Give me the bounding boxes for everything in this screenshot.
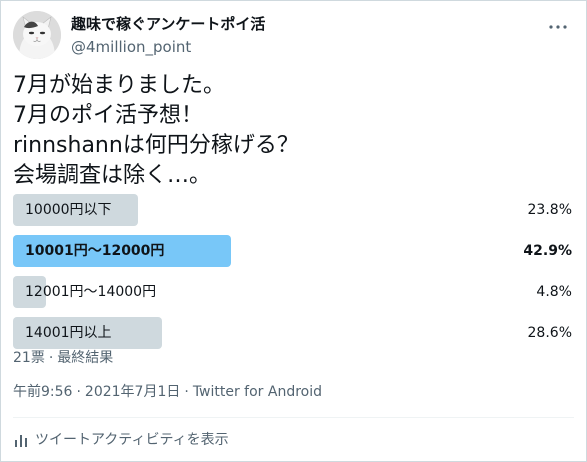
tweet-header: 趣味で稼ぐアンケートポイ活 @4million_point xyxy=(13,7,574,59)
poll-option-label: 14001円以上 xyxy=(25,325,112,341)
tweet-line: 7月が始まりました。 xyxy=(13,73,225,98)
user-handle[interactable]: @4million_point xyxy=(71,38,531,56)
poll-option-label: 12001円〜14000円 xyxy=(25,284,157,300)
tweet-card: 趣味で稼ぐアンケートポイ活 @4million_point 7月が始まりました。… xyxy=(0,0,587,462)
divider xyxy=(13,417,574,418)
separator: · xyxy=(184,384,189,400)
avatar[interactable] xyxy=(13,11,61,59)
tweet-line: 7月のポイ活予想！ xyxy=(13,103,203,128)
poll: 10000円以下 23.8% 10001円〜12000円 42.9% 12001… xyxy=(13,194,576,358)
poll-status: 最終結果 xyxy=(57,350,114,366)
poll-option-label: 10001円〜12000円 xyxy=(25,243,165,259)
cat-avatar-icon xyxy=(13,11,61,59)
tweet-meta: 午前9:56 · 2021年7月1日 · Twitter for Android xyxy=(13,381,322,401)
tweet-line: rinnshannは何円分稼げる？ xyxy=(13,133,299,158)
poll-option-percent: 4.8% xyxy=(536,284,572,300)
tweet-source: Twitter for Android xyxy=(192,384,323,400)
separator: · xyxy=(76,384,81,400)
bar-chart-icon xyxy=(15,435,27,447)
more-options-button[interactable] xyxy=(546,15,570,39)
poll-vote-count: 21票 xyxy=(13,350,45,366)
tweet-text: 7月が始まりました。 7月のポイ活予想！ rinnshannは何円分稼げる？ 会… xyxy=(13,71,573,191)
poll-option: 12001円〜14000円 4.8% xyxy=(13,276,576,308)
poll-option: 14001円以上 28.6% xyxy=(13,317,576,349)
separator: · xyxy=(48,350,54,366)
more-icon xyxy=(549,25,567,29)
view-activity-link[interactable]: ツイートアクティビティを表示 xyxy=(13,431,229,449)
tweet-line: 会場調査は除く…。 xyxy=(13,163,212,188)
view-activity-label: ツイートアクティビティを表示 xyxy=(35,432,229,448)
poll-option: 10001円〜12000円 42.9% xyxy=(13,235,576,267)
poll-option: 10000円以下 23.8% xyxy=(13,194,576,226)
display-name[interactable]: 趣味で稼ぐアンケートポイ活 xyxy=(71,15,531,33)
poll-option-percent: 28.6% xyxy=(527,325,572,341)
author-block: 趣味で稼ぐアンケートポイ活 @4million_point xyxy=(71,15,531,56)
tweet-time[interactable]: 午前9:56 xyxy=(13,384,72,400)
poll-option-label: 10000円以下 xyxy=(25,202,112,218)
poll-option-percent: 42.9% xyxy=(523,243,572,259)
poll-option-percent: 23.8% xyxy=(527,202,572,218)
tweet-date[interactable]: 2021年7月1日 xyxy=(85,384,180,400)
poll-summary: 21票 · 最終結果 xyxy=(13,347,113,367)
